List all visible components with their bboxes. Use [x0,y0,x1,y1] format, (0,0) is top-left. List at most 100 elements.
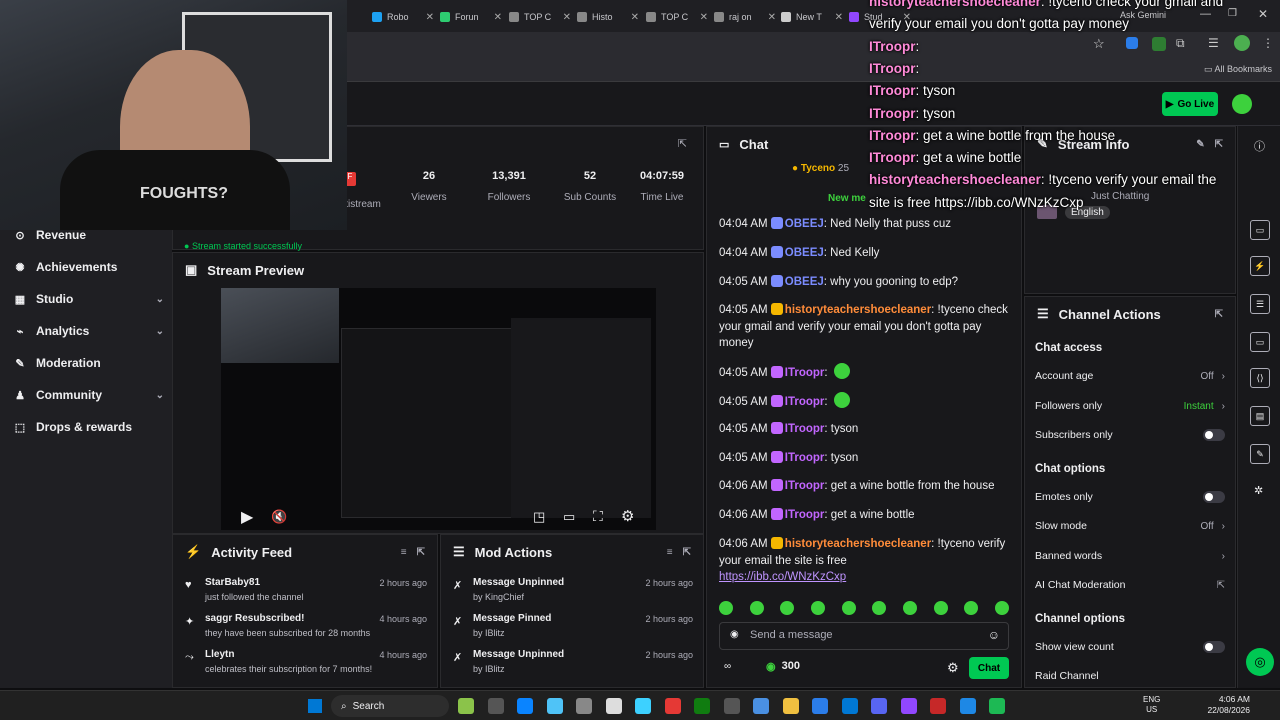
quick-action-icon[interactable]: ▭ [1250,220,1270,240]
profile-avatar[interactable] [1234,35,1250,51]
slow-mode-row[interactable]: Slow mode Off › [1035,517,1225,535]
emote-icon[interactable] [902,601,917,615]
star-icon[interactable]: ☆ [1093,36,1105,52]
edge-icon[interactable] [517,698,533,714]
feed-row[interactable]: ♥ StarBaby81 just followed the channel 2 ho… [173,575,437,611]
bolt-icon[interactable]: ⚡ [1250,256,1270,276]
go-live-button[interactable]: ▶ Go Live [1162,92,1218,116]
emotes-only-toggle[interactable] [1203,491,1225,503]
emoji-icon[interactable]: ☺ [988,628,1000,642]
system-clock[interactable]: 4:06 AM 22/08/2026 [1206,694,1250,716]
feed-row[interactable]: ✗ Message Unpinned by IBlitz 2 hours ago [441,647,703,683]
chat-input[interactable]: ◉ Send a message ☺ [719,622,1009,650]
filter-icon[interactable]: ≡ [401,547,407,558]
emote-icon[interactable] [810,601,825,615]
new-messages-banner[interactable]: New me [828,193,866,204]
raid-icon[interactable]: ⟨⟩ [1250,368,1270,388]
browser-tab[interactable]: TOP C ✕ [509,6,571,28]
chat-username[interactable]: ITroopr [785,452,825,464]
feed-row[interactable]: ⤳ Lleytn celebrates their subscription for… [173,647,437,683]
chat-message[interactable]: 04:05 AM ITroopr: [719,363,1009,382]
chat-bubble-icon[interactable]: ▭ [1250,332,1270,352]
emote-icon[interactable] [964,601,979,615]
sidebar-item-moderation[interactable]: ✎ Moderation [14,353,164,373]
browser-tab[interactable]: Histo ✕ [577,6,639,28]
help-button[interactable]: ◎ [1246,648,1274,676]
chat-username[interactable]: historyteachershoecleaner [785,538,931,550]
user-avatar[interactable] [1232,94,1252,114]
xbox-icon[interactable] [694,698,710,714]
close-tab-icon[interactable]: ✕ [631,12,639,23]
puzzle-icon[interactable]: ⧉ [1176,36,1185,51]
popout-icon[interactable]: ⇱ [1215,139,1223,150]
ai-chat-moderation-row[interactable]: AI Chat Moderation ⇱ [1035,576,1225,594]
sidebar-item-achievements[interactable]: ✺ Achievements [14,257,164,277]
notes-icon[interactable] [812,698,828,714]
close-tab-icon[interactable]: ✕ [835,12,843,23]
spotify-icon[interactable] [989,698,1005,714]
extension-icon[interactable] [1126,37,1138,49]
send-chat-button[interactable]: Chat [969,657,1009,679]
popout-icon[interactable]: ⇱ [683,547,691,558]
badge-icon[interactable]: ◉ [730,629,739,640]
kebab-menu-icon[interactable]: ⋮ [1262,36,1274,50]
chat-message[interactable]: 04:05 AM historyteachershoecleaner: !tyc… [719,302,1009,352]
photos-icon[interactable] [841,698,858,714]
language-indicator[interactable]: ENG US [1143,695,1160,715]
sidebar-item-studio[interactable]: ▦ Studio ⌄ [14,289,164,309]
edit-icon[interactable]: ✎ [1196,139,1204,150]
browser-tab[interactable]: raj on ✕ [714,6,776,28]
preview-video[interactable] [221,288,656,530]
play-icon[interactable]: ▶ [241,507,253,527]
chrome-icon[interactable] [664,698,681,714]
widget-icon[interactable] [458,698,474,714]
chat-username[interactable]: ITroopr [785,367,825,379]
taskview-icon[interactable] [487,698,504,714]
steam-icon[interactable] [605,698,622,714]
infinity-icon[interactable]: ∞ [724,661,731,672]
sidebar-item-drops[interactable]: ⬚ Drops & rewards [14,417,164,437]
fullscreen-icon[interactable]: ⛶ [593,508,603,525]
chat-link[interactable]: https://ibb.co/WNzKzCxp [719,571,846,583]
chat-message[interactable]: 04:06 AM historyteachershoecleaner: !tyc… [719,536,1009,586]
close-window-icon[interactable]: ✕ [1258,7,1268,21]
followers-only-row[interactable]: Followers only Instant › [1035,397,1225,415]
feed-row[interactable]: ✦ saggr Resubscribed! they have been subsc… [173,611,437,647]
emote-icon[interactable] [933,601,948,615]
show-view-count-row[interactable]: Show view count [1035,638,1225,656]
emote-icon[interactable] [719,601,733,615]
maximize-icon[interactable]: ❐ [1228,8,1237,19]
all-bookmarks-link[interactable]: ▭ All Bookmarks [1204,64,1272,75]
wrench-icon[interactable]: ✎ [1250,444,1270,464]
taskbar-search[interactable]: ⌕ Search [331,695,449,717]
list-icon[interactable]: ☰ [1250,294,1270,314]
emote-icon[interactable] [780,601,795,615]
minimize-icon[interactable]: — [1200,8,1211,20]
close-tab-icon[interactable]: ✕ [768,12,776,23]
browser-tab[interactable]: Robo ✕ [372,6,434,28]
popout-icon[interactable]: ⇱ [1215,309,1223,320]
info-icon[interactable]: ⓘ [1254,138,1265,154]
browser-tab[interactable]: Forun ✕ [440,6,502,28]
emote-icon[interactable] [841,601,856,615]
clip-icon[interactable]: ▤ [1250,406,1270,426]
account-age-row[interactable]: Account age Off › [1035,367,1225,385]
emote-icon[interactable] [872,601,887,615]
emote-icon[interactable] [749,601,764,615]
chat-username[interactable]: historyteachershoecleaner [785,304,931,316]
close-tab-icon[interactable]: ✕ [426,12,434,23]
gear-icon[interactable]: ✲ [1254,484,1263,497]
raid-channel-row[interactable]: Raid Channel [1035,667,1225,685]
app-icon[interactable] [723,698,740,714]
settings-icon[interactable] [753,698,769,714]
feed-row[interactable]: ✗ Message Pinned by IBlitz 2 hours ago [441,611,703,647]
chat-username[interactable]: OBEEJ [785,218,824,230]
chat-username[interactable]: ITroopr [785,423,825,435]
chat-message[interactable]: 04:05 AM ITroopr: tyson [719,450,1009,467]
chat-message[interactable]: 04:05 AM OBEEJ: why you gooning to edp? [719,274,1009,291]
chat-username[interactable]: OBEEJ [785,247,824,259]
chat-message[interactable]: 04:04 AM OBEEJ: Ned Nelly that puss cuz [719,216,1009,233]
channel-points[interactable]: ◉ 300 [766,660,800,673]
extension-icon[interactable] [1152,37,1166,51]
twitch-icon[interactable] [900,698,917,714]
